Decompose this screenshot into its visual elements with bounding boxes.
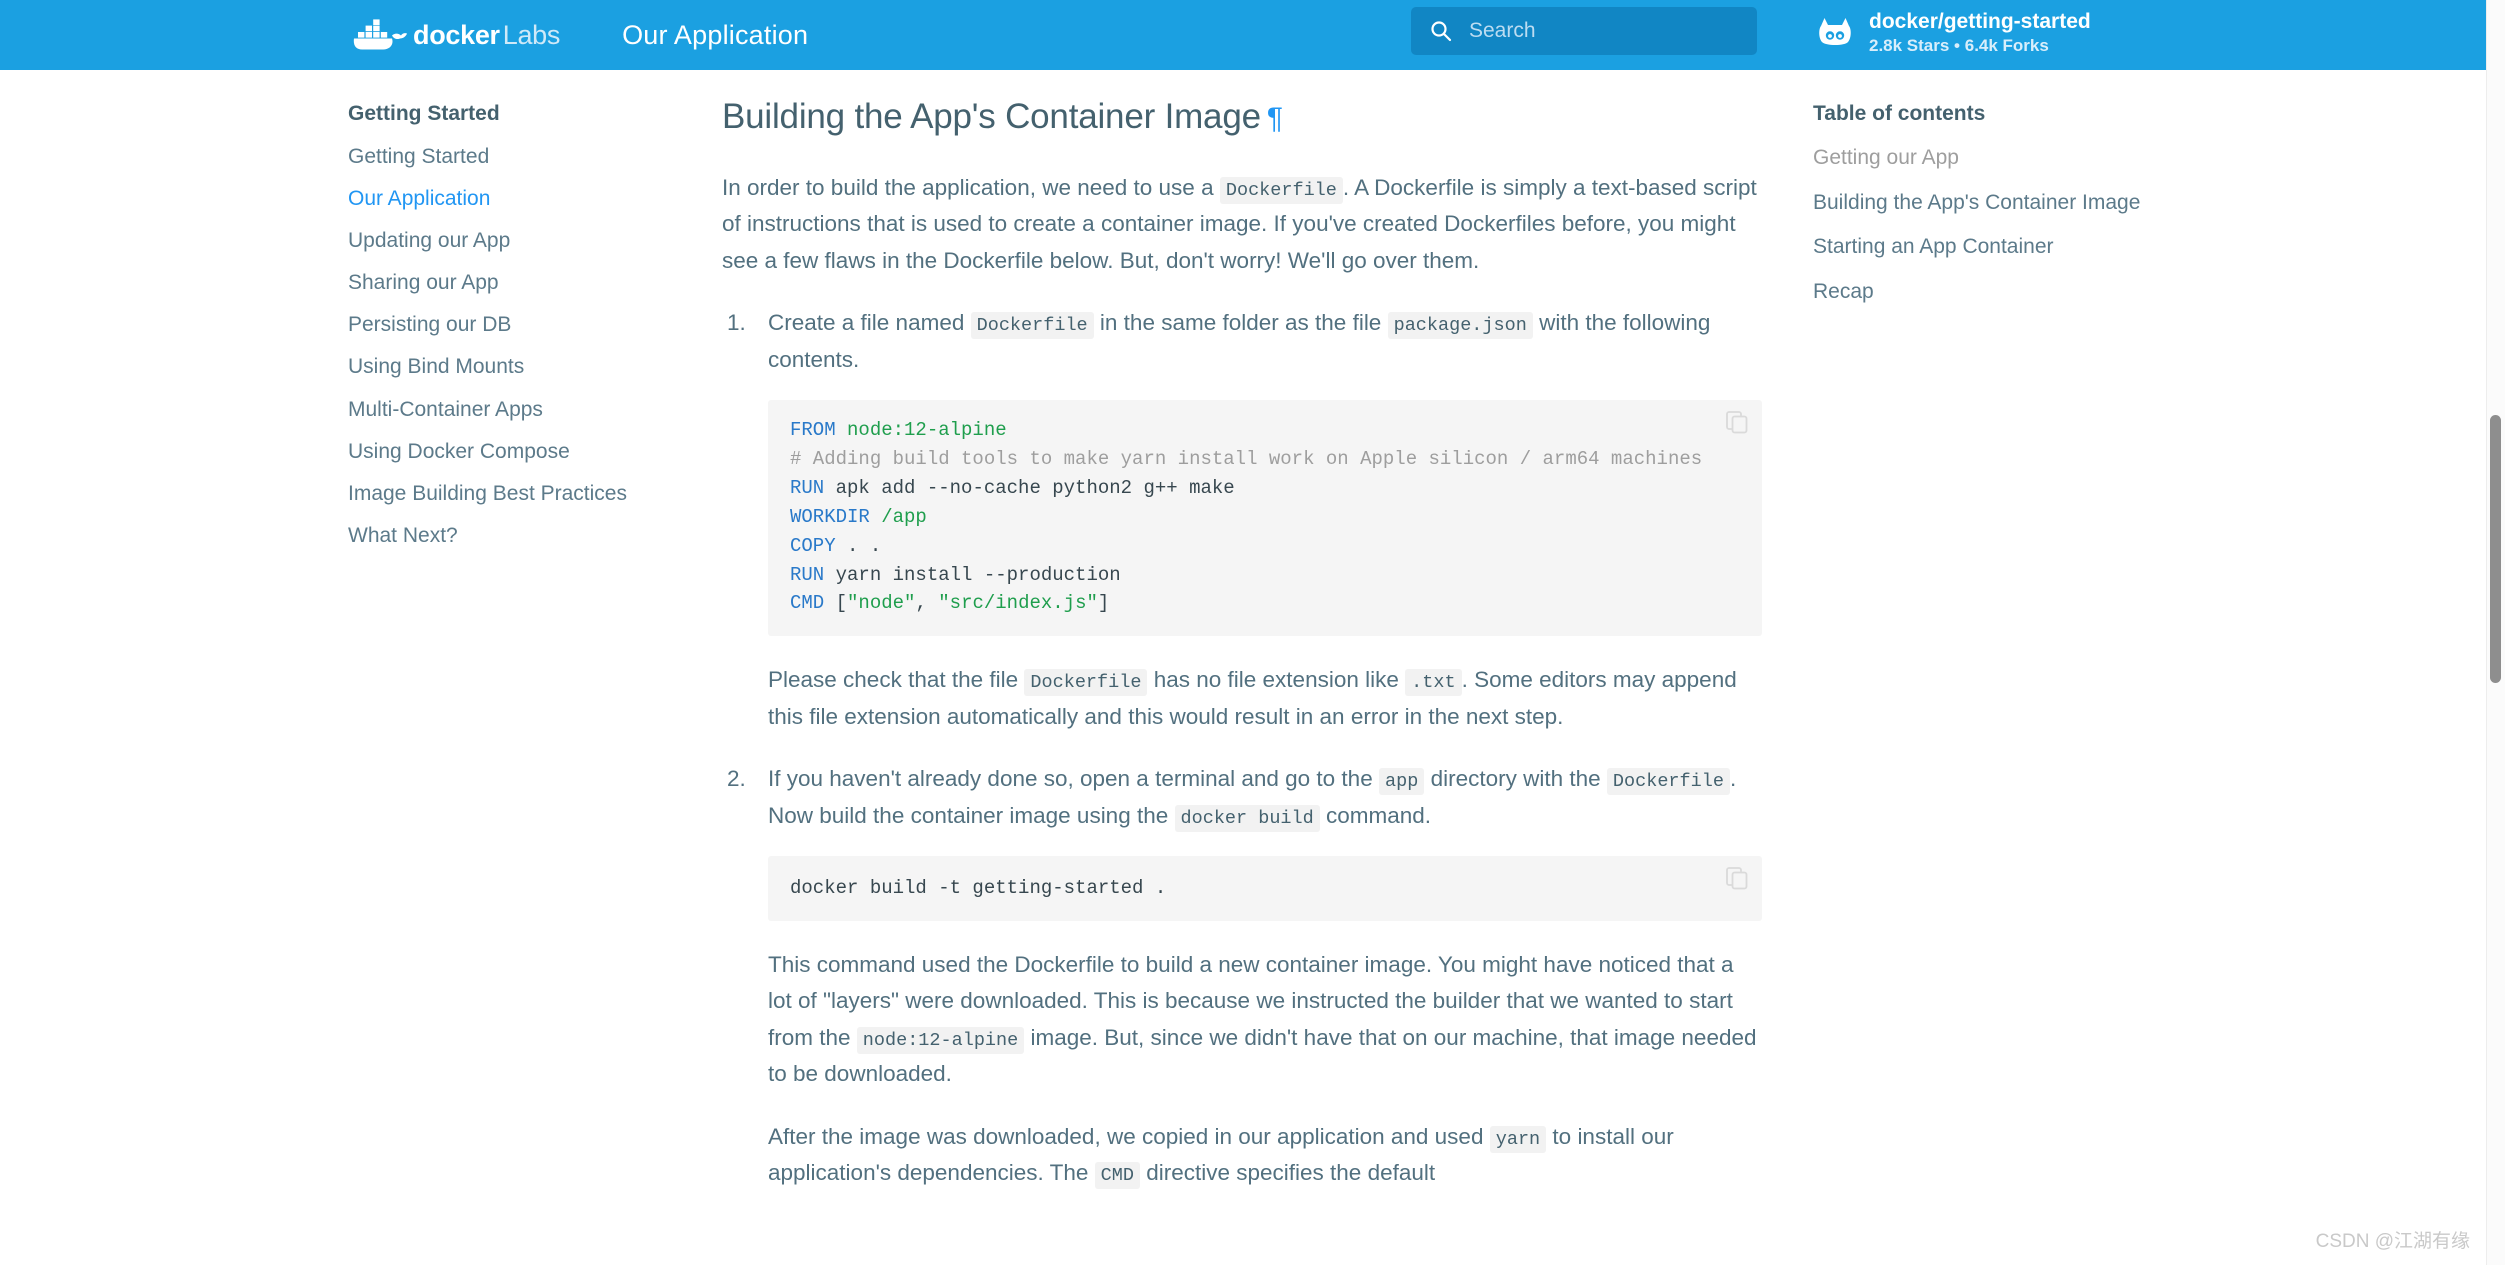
code-kw-run-1: RUN xyxy=(790,477,824,499)
code-cmd-open: [ xyxy=(824,592,847,614)
sidebar-item-updating-our-app[interactable]: Updating our App xyxy=(348,229,678,252)
note-text-a: Please check that the file xyxy=(768,667,1018,692)
search-icon xyxy=(1429,19,1453,43)
repo-stats: 2.8k Stars • 6.4k Forks xyxy=(1869,36,2091,56)
brand-name: dockerLabs xyxy=(413,20,560,51)
code-kw-workdir: WORKDIR xyxy=(790,506,870,528)
code-cmd-close: ] xyxy=(1098,592,1109,614)
scrollbar-thumb[interactable] xyxy=(2490,415,2501,683)
doc-heading-text: Building the App's Container Image xyxy=(722,97,1261,136)
repo-link[interactable]: docker/getting-started 2.8k Stars • 6.4k… xyxy=(1815,10,2091,56)
code-kw-from: FROM xyxy=(790,419,836,441)
sidebar-item-using-bind-mounts[interactable]: Using Bind Mounts xyxy=(348,355,678,378)
sidebar-nav: Getting Started Getting Started Our Appl… xyxy=(348,102,678,566)
page-body: Getting Started Getting Started Our Appl… xyxy=(0,70,2505,1265)
sidebar-item-sharing-our-app[interactable]: Sharing our App xyxy=(348,271,678,294)
code-cmd-sep: , xyxy=(915,592,938,614)
inline-code-txt: .txt xyxy=(1405,669,1461,696)
inline-code-cmd: CMD xyxy=(1095,1162,1140,1189)
inline-code-app: app xyxy=(1379,768,1424,795)
toc-item-building-the-apps-container-image[interactable]: Building the App's Container Image xyxy=(1813,190,2143,216)
sidebar-item-what-next[interactable]: What Next? xyxy=(348,524,678,547)
code-cmd-s1: "node" xyxy=(847,592,915,614)
note-paragraph: Please check that the file Dockerfile ha… xyxy=(768,662,1762,735)
code-cmd-s2: "src/index.js" xyxy=(938,592,1098,614)
inline-code-package-json: package.json xyxy=(1388,312,1533,339)
dockerfile-code: FROM node:12-alpine # Adding build tools… xyxy=(790,416,1740,618)
code-comment: # Adding build tools to make yarn instal… xyxy=(790,448,1702,470)
last-text-a: After the image was downloaded, we copie… xyxy=(768,1124,1483,1149)
watermark: CSDN @江湖有缘 xyxy=(2316,1226,2470,1253)
search-box[interactable] xyxy=(1411,7,1757,55)
sidebar-item-multi-container-apps[interactable]: Multi-Container Apps xyxy=(348,398,678,421)
toc-item-recap[interactable]: Recap xyxy=(1813,279,2143,305)
page-title: Our Application xyxy=(622,20,808,51)
github-octocat-icon xyxy=(1815,13,1855,53)
site-header: dockerLabs Our Application docker/gettin… xyxy=(0,0,2505,70)
intro-text-a: In order to build the application, we ne… xyxy=(722,175,1214,200)
vertical-scrollbar[interactable] xyxy=(2486,0,2505,1265)
repo-name: docker/getting-started xyxy=(1869,10,2091,34)
table-of-contents: Table of contents Getting our App Buildi… xyxy=(1813,102,2143,323)
doc-heading: Building the App's Container Image¶ xyxy=(722,96,1762,138)
sidebar-item-our-application[interactable]: Our Application xyxy=(348,187,678,210)
code-arg-copy: . . xyxy=(836,535,882,557)
inline-code-yarn: yarn xyxy=(1490,1126,1546,1153)
sidebar-item-persisting-our-db[interactable]: Persisting our DB xyxy=(348,313,678,336)
main-content: Building the App's Container Image¶ In o… xyxy=(722,96,1762,1218)
toc-title: Table of contents xyxy=(1813,102,2143,126)
step2-text-a: If you haven't already done so, open a t… xyxy=(768,766,1373,791)
code-arg-workdir: /app xyxy=(870,506,927,528)
intro-paragraph: In order to build the application, we ne… xyxy=(722,170,1762,279)
sidebar-item-using-docker-compose[interactable]: Using Docker Compose xyxy=(348,440,678,463)
dockerfile-code-block: FROM node:12-alpine # Adding build tools… xyxy=(768,400,1762,636)
docker-whale-icon xyxy=(348,18,410,52)
inline-code-node-alpine: node:12-alpine xyxy=(857,1027,1024,1054)
anchor-link-icon[interactable]: ¶ xyxy=(1267,102,1283,135)
last-paragraph: After the image was downloaded, we copie… xyxy=(768,1119,1762,1192)
sidebar-item-image-building-best-practices[interactable]: Image Building Best Practices xyxy=(348,482,678,505)
toc-item-starting-an-app-container[interactable]: Starting an App Container xyxy=(1813,234,2143,260)
step2-text-b: directory with the xyxy=(1431,766,1601,791)
code-kw-run-2: RUN xyxy=(790,564,824,586)
toc-item-getting-our-app[interactable]: Getting our App xyxy=(1813,145,2143,171)
list-item: If you haven't already done so, open a t… xyxy=(752,761,1762,1191)
code-kw-cmd: CMD xyxy=(790,592,824,614)
code-arg-run-1: apk add --no-cache python2 g++ make xyxy=(824,477,1234,499)
list-item: Create a file named Dockerfile in the sa… xyxy=(752,305,1762,735)
code-arg-from: node:12-alpine xyxy=(836,419,1007,441)
build-command-text: docker build -t getting-started . xyxy=(790,874,1740,903)
inline-code-dockerfile: Dockerfile xyxy=(1607,768,1730,795)
brand-labs-text: Labs xyxy=(503,20,560,50)
brand-docker-text: docker xyxy=(413,20,500,50)
code-kw-copy: COPY xyxy=(790,535,836,557)
after-build-paragraph: This command used the Dockerfile to buil… xyxy=(768,947,1762,1093)
sidebar-title: Getting Started xyxy=(348,102,678,126)
sidebar-item-getting-started[interactable]: Getting Started xyxy=(348,145,678,168)
copy-icon[interactable] xyxy=(1724,865,1750,891)
note-text-b: has no file extension like xyxy=(1154,667,1399,692)
brand-logo[interactable]: dockerLabs xyxy=(348,18,560,52)
build-command-code-block: docker build -t getting-started . xyxy=(768,856,1762,921)
steps-list: Create a file named Dockerfile in the sa… xyxy=(722,305,1762,1191)
search-input[interactable] xyxy=(1467,18,1717,44)
inline-code-dockerfile: Dockerfile xyxy=(1024,669,1147,696)
last-text-c: directive specifies the default xyxy=(1146,1160,1435,1185)
code-arg-run-2: yarn install --production xyxy=(824,564,1120,586)
step1-text-a: Create a file named xyxy=(768,310,964,335)
copy-icon[interactable] xyxy=(1724,409,1750,435)
inline-code-dockerfile: Dockerfile xyxy=(1220,177,1343,204)
step1-text-b: in the same folder as the file xyxy=(1100,310,1381,335)
inline-code-docker-build: docker build xyxy=(1175,805,1320,832)
inline-code-dockerfile: Dockerfile xyxy=(971,312,1094,339)
step2-text-d: command. xyxy=(1326,803,1431,828)
